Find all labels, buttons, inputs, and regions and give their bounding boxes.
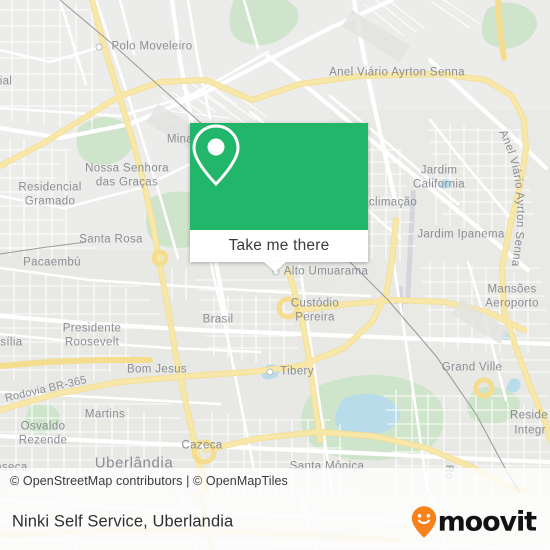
map-label: Mansões Aeroporto bbox=[485, 283, 539, 310]
map-label: Cazeca bbox=[181, 439, 223, 452]
map-attribution-bar: © OpenStreetMap contributors | © OpenMap… bbox=[0, 468, 550, 493]
map-label: Pacaembú bbox=[23, 256, 81, 269]
location-popup-card[interactable]: Take me there bbox=[190, 123, 368, 262]
footer-bar: Ninki Self Service, Uberlandia moovit bbox=[0, 493, 550, 550]
map-label: Custódio Pereira bbox=[290, 297, 340, 324]
map-label: Alto Umuarama bbox=[283, 265, 369, 278]
map-label: ial bbox=[0, 75, 13, 88]
map-screenshot: .blk{fill:#e6e6e3} .minor{stroke:#ffffff… bbox=[0, 0, 550, 550]
take-me-there-button[interactable]: Take me there bbox=[190, 230, 368, 262]
map-label: Polo Moveleiro bbox=[111, 40, 193, 53]
map-label: asília bbox=[0, 336, 23, 349]
map-label: Bom Jesus bbox=[126, 363, 188, 376]
map-label: Nossa Senhora das Graças bbox=[85, 162, 169, 189]
attribution-text[interactable]: © OpenStreetMap contributors | © OpenMap… bbox=[0, 474, 288, 488]
map-label: Anel Viário Ayrton Senna bbox=[329, 66, 465, 79]
page-title: Ninki Self Service, Uberlandia bbox=[12, 512, 234, 530]
map-label: Grand Ville bbox=[441, 361, 503, 374]
map-label: Jardim Ipanema bbox=[417, 228, 505, 241]
map-marker-dot[interactable] bbox=[266, 368, 274, 376]
map-label: Aclimação bbox=[360, 196, 418, 209]
moovit-pin-icon bbox=[411, 505, 436, 538]
moovit-logo[interactable]: moovit bbox=[411, 505, 538, 538]
take-me-there-label: Take me there bbox=[228, 237, 330, 254]
moovit-wordmark: moovit bbox=[437, 506, 538, 537]
popup-header bbox=[190, 123, 368, 230]
map-canvas[interactable]: .blk{fill:#e6e6e3} .minor{stroke:#ffffff… bbox=[0, 0, 550, 493]
map-label: Osvaldo Rezende bbox=[18, 420, 68, 447]
map-label: Jardim California bbox=[412, 164, 466, 191]
popup-pointer bbox=[264, 262, 286, 272]
map-marker-dot[interactable] bbox=[95, 43, 103, 51]
map-label: Santa Rosa bbox=[79, 233, 143, 246]
map-label: Residencial Gramado bbox=[18, 181, 82, 208]
map-label: Integr bbox=[514, 424, 546, 437]
location-pin-icon bbox=[192, 124, 240, 187]
map-label: Brasil bbox=[202, 313, 234, 326]
map-label: Reside bbox=[510, 409, 548, 422]
map-label: Presidente Roosevelt bbox=[62, 322, 122, 349]
map-label: Martins bbox=[84, 408, 126, 421]
map-label: Tibery bbox=[280, 365, 314, 378]
